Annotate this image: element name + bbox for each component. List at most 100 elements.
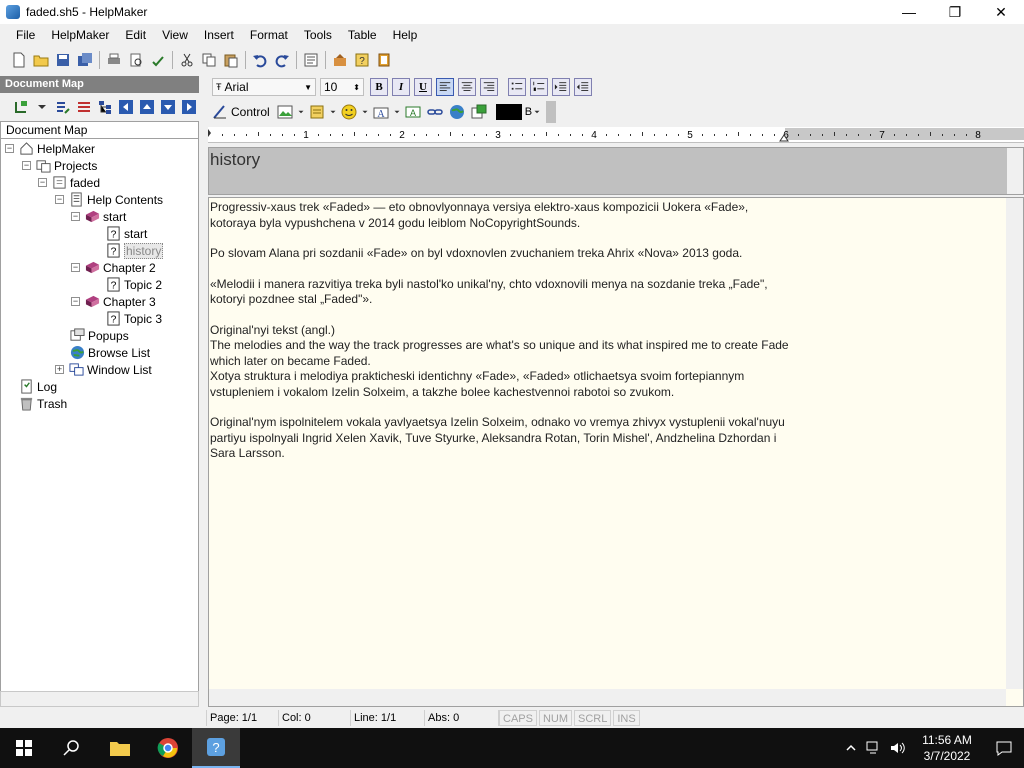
panel-splitter[interactable] xyxy=(199,76,208,707)
text-color-swatch[interactable] xyxy=(495,104,522,120)
menu-edit[interactable]: Edit xyxy=(117,28,154,42)
collapse-toggle[interactable]: − xyxy=(71,297,80,306)
move-left-button[interactable] xyxy=(115,96,136,118)
collapse-toggle[interactable]: − xyxy=(71,212,80,221)
outdent-button[interactable] xyxy=(574,78,592,96)
tree-node-history-topic[interactable]: ? history xyxy=(105,242,164,259)
tree-node-topic-2[interactable]: ? Topic 2 xyxy=(105,276,162,293)
tray-overflow-button[interactable] xyxy=(840,728,862,768)
underline-button[interactable]: U xyxy=(414,78,432,96)
close-button[interactable]: ✕ xyxy=(978,0,1024,24)
tree-node-projects[interactable]: − Projects xyxy=(22,157,97,174)
paste-button[interactable] xyxy=(220,49,242,71)
save-all-button[interactable] xyxy=(74,49,96,71)
collapse-toggle[interactable]: − xyxy=(55,195,64,204)
menu-view[interactable]: View xyxy=(154,28,196,42)
move-right-button[interactable] xyxy=(178,96,199,118)
bold-button[interactable]: B xyxy=(370,78,388,96)
spellcheck-button[interactable] xyxy=(147,49,169,71)
chain-link-button[interactable] xyxy=(424,101,446,123)
editor-horizontal-scrollbar[interactable] xyxy=(209,689,1006,706)
font-family-select[interactable]: Ŧ Arial ▼ xyxy=(212,78,316,96)
notifications-button[interactable] xyxy=(984,728,1024,768)
menu-file[interactable]: File xyxy=(8,28,43,42)
title-vertical-scrollbar[interactable] xyxy=(1007,148,1023,194)
file-explorer-button[interactable] xyxy=(96,728,144,768)
add-dropdown-button[interactable] xyxy=(31,96,52,118)
tree-node-chapter-2[interactable]: − Chapter 2 xyxy=(71,259,156,276)
menu-table[interactable]: Table xyxy=(340,28,385,42)
topic-editor[interactable]: Progressiv-xaus trek «Faded» — eto obnov… xyxy=(208,197,1024,707)
clock[interactable]: 11:56 AM 3/7/2022 xyxy=(910,732,984,764)
print-button[interactable] xyxy=(103,49,125,71)
add-item-button[interactable] xyxy=(10,96,31,118)
move-down-button[interactable] xyxy=(157,96,178,118)
italic-button[interactable]: I xyxy=(392,78,410,96)
align-right-button[interactable] xyxy=(480,78,498,96)
numbered-list-button[interactable] xyxy=(530,78,548,96)
redo-button[interactable] xyxy=(271,49,293,71)
font-size-select[interactable]: 10 ⬍ xyxy=(320,78,364,96)
bullet-list-button[interactable] xyxy=(508,78,526,96)
tree-view-button[interactable] xyxy=(94,96,115,118)
web-link-button[interactable] xyxy=(446,101,468,123)
new-button[interactable] xyxy=(8,49,30,71)
expand-toggle[interactable]: + xyxy=(55,365,64,374)
align-left-button[interactable] xyxy=(436,78,454,96)
minimize-button[interactable]: — xyxy=(886,0,932,24)
color-dropdown-button[interactable] xyxy=(532,101,542,123)
left-indent-marker[interactable] xyxy=(208,129,211,137)
save-button[interactable] xyxy=(52,49,74,71)
menu-insert[interactable]: Insert xyxy=(196,28,242,42)
collapse-toggle[interactable]: − xyxy=(71,263,80,272)
volume-button[interactable] xyxy=(886,728,910,768)
insert-link-button[interactable]: A xyxy=(402,101,424,123)
collapse-toggle[interactable]: − xyxy=(38,178,47,187)
copy-button[interactable] xyxy=(198,49,220,71)
topic-title-pane[interactable]: history xyxy=(208,147,1024,195)
control-button[interactable]: Control xyxy=(212,101,274,123)
open-button[interactable] xyxy=(30,49,52,71)
delete-item-button[interactable] xyxy=(73,96,94,118)
start-button[interactable] xyxy=(0,728,48,768)
network-button[interactable] xyxy=(862,728,886,768)
book-button[interactable] xyxy=(373,49,395,71)
edit-item-button[interactable] xyxy=(52,96,73,118)
tree-node-helpmaker[interactable]: − HelpMaker xyxy=(5,140,95,157)
help-button[interactable]: ? xyxy=(351,49,373,71)
emoticon-button[interactable] xyxy=(338,101,360,123)
indent-button[interactable] xyxy=(552,78,570,96)
note-dropdown-button[interactable] xyxy=(328,101,338,123)
editor-content[interactable]: Progressiv-xaus trek «Faded» — eto obnov… xyxy=(210,200,790,477)
undo-button[interactable] xyxy=(249,49,271,71)
insert-object-button[interactable] xyxy=(468,101,490,123)
print-preview-button[interactable] xyxy=(125,49,147,71)
tree-node-trash[interactable]: Trash xyxy=(18,395,67,412)
collapse-toggle[interactable]: − xyxy=(22,161,31,170)
image-dropdown-button[interactable] xyxy=(296,101,306,123)
image-button[interactable] xyxy=(274,101,296,123)
align-center-button[interactable] xyxy=(458,78,476,96)
tree-horizontal-scrollbar[interactable] xyxy=(0,691,199,707)
tree-node-faded[interactable]: − faded xyxy=(38,174,100,191)
move-up-button[interactable] xyxy=(136,96,157,118)
emoticon-dropdown-button[interactable] xyxy=(360,101,370,123)
tree-node-popups[interactable]: Popups xyxy=(69,327,129,344)
search-button[interactable] xyxy=(48,728,96,768)
toolbar-overflow-chevron[interactable] xyxy=(546,101,557,123)
tree-node-chapter-3[interactable]: − Chapter 3 xyxy=(71,293,156,310)
tree-node-topic-3[interactable]: ? Topic 3 xyxy=(105,310,162,327)
collapse-toggle[interactable]: − xyxy=(5,144,14,153)
menu-format[interactable]: Format xyxy=(242,28,296,42)
menu-helpmaker[interactable]: HelpMaker xyxy=(43,28,117,42)
build-button[interactable] xyxy=(329,49,351,71)
tree-node-log[interactable]: Log xyxy=(18,378,57,395)
tree-node-browse-list[interactable]: Browse List xyxy=(69,344,150,361)
tree-node-start-book[interactable]: − start xyxy=(71,208,126,225)
helpmaker-taskbar-button[interactable]: ? xyxy=(192,728,240,768)
editor-vertical-scrollbar[interactable] xyxy=(1006,198,1023,689)
cut-button[interactable] xyxy=(176,49,198,71)
maximize-button[interactable]: ❐ xyxy=(932,0,978,24)
tree-node-window-list[interactable]: + Window List xyxy=(55,361,152,378)
chrome-button[interactable] xyxy=(144,728,192,768)
